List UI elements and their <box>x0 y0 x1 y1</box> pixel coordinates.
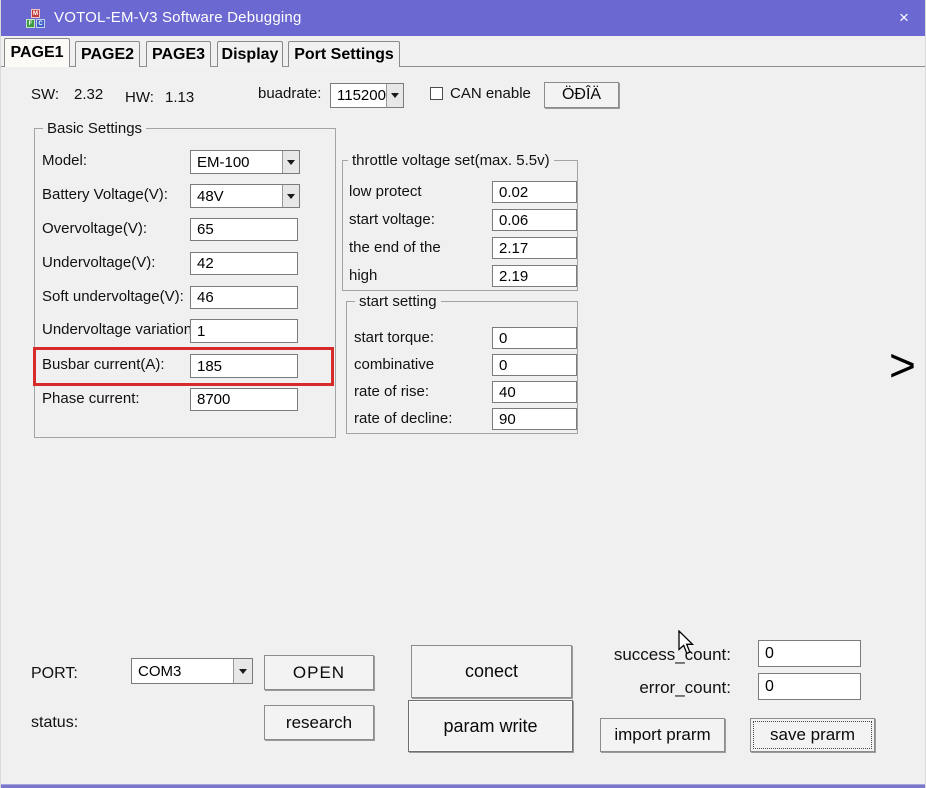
baudrate-value: 115200 <box>331 84 386 107</box>
save-param-button[interactable]: save prarm <box>750 718 875 752</box>
start-voltage-input[interactable]: 0.06 <box>492 209 577 231</box>
model-value: EM-100 <box>191 151 282 173</box>
baudrate-select[interactable]: 115200 <box>330 83 404 108</box>
app-icon: M F C <box>26 9 45 28</box>
import-param-button[interactable]: import prarm <box>600 718 725 752</box>
battery-voltage-select[interactable]: 48V <box>190 184 300 208</box>
start-torque-label: start torque: <box>354 329 434 346</box>
undervoltage-input[interactable]: 42 <box>190 252 298 275</box>
chevron-down-icon[interactable] <box>282 151 299 173</box>
soft-undervoltage-input[interactable]: 46 <box>190 286 298 309</box>
tab-display[interactable]: Display <box>217 41 283 67</box>
rate-of-decline-input[interactable]: 90 <box>492 408 577 430</box>
app-window: M F C VOTOL-EM-V3 Software Debugging × P… <box>0 0 926 788</box>
sw-value: 2.32 <box>74 86 103 103</box>
close-icon[interactable]: × <box>881 0 926 36</box>
open-button[interactable]: OPEN <box>264 655 374 690</box>
success-count-input[interactable]: 0 <box>758 640 861 667</box>
rate-of-decline-label: rate of decline: <box>354 410 452 427</box>
model-label: Model: <box>42 152 87 169</box>
app-icon-block-c: C <box>36 19 45 28</box>
mouse-cursor <box>678 630 696 661</box>
phase-current-input[interactable]: 8700 <box>190 388 298 411</box>
rate-of-rise-label: rate of rise: <box>354 383 429 400</box>
tab-page3[interactable]: PAGE3 <box>146 41 211 67</box>
connect-button[interactable]: conect <box>411 645 572 698</box>
tab-page2[interactable]: PAGE2 <box>75 41 140 67</box>
undervoltage-variation-input[interactable]: 1 <box>190 319 298 343</box>
port-label: PORT: <box>31 665 78 683</box>
soft-undervoltage-label: Soft undervoltage(V): <box>42 288 184 305</box>
combinative-input[interactable]: 0 <box>492 354 577 376</box>
error-count-label: error_count: <box>561 678 731 698</box>
can-enable-checkbox[interactable] <box>430 87 443 100</box>
battery-voltage-label: Battery Voltage(V): <box>42 186 168 203</box>
undervoltage-variation-label: Undervoltage variation: <box>42 321 196 338</box>
next-page-arrow[interactable]: > <box>889 338 916 392</box>
high-label: high <box>349 267 377 284</box>
start-setting-group: start setting start torque: 0 combinativ… <box>346 301 578 434</box>
combinative-label: combinative <box>354 356 434 373</box>
chevron-down-icon[interactable] <box>386 84 403 107</box>
status-label: status: <box>31 714 78 732</box>
start-voltage-label: start voltage: <box>349 211 435 228</box>
low-protect-label: low protect <box>349 183 422 200</box>
baudrate-label: buadrate: <box>258 85 321 102</box>
window-title: VOTOL-EM-V3 Software Debugging <box>54 9 302 26</box>
port-select[interactable]: COM3 <box>131 658 253 684</box>
overvoltage-label: Overvoltage(V): <box>42 220 147 237</box>
app-icon-block-m: M <box>31 9 40 18</box>
tab-page1[interactable]: PAGE1 <box>4 38 70 67</box>
overvoltage-input[interactable]: 65 <box>190 218 298 241</box>
rate-of-rise-input[interactable]: 40 <box>492 381 577 403</box>
low-protect-input[interactable]: 0.02 <box>492 181 577 203</box>
hw-label: HW: <box>125 89 154 106</box>
basic-settings-legend: Basic Settings <box>43 120 146 137</box>
phase-current-label: Phase current: <box>42 390 140 407</box>
research-button[interactable]: research <box>264 705 374 740</box>
sw-label: SW: <box>31 86 59 103</box>
window-bottom-border <box>1 784 926 788</box>
busbar-current-highlight <box>33 347 334 386</box>
can-enable-label: CAN enable <box>450 85 531 102</box>
end-of-the-label: the end of the <box>349 239 441 256</box>
app-icon-block-f: F <box>26 19 35 28</box>
throttle-voltage-legend: throttle voltage set(max. 5.5v) <box>348 152 554 169</box>
tab-port-settings[interactable]: Port Settings <box>288 41 400 67</box>
titlebar: M F C VOTOL-EM-V3 Software Debugging × <box>1 0 926 36</box>
param-write-button[interactable]: param write <box>408 700 573 752</box>
port-value: COM3 <box>132 659 233 683</box>
success-count-label: success_count: <box>561 645 731 665</box>
chevron-down-icon[interactable] <box>282 185 299 207</box>
start-torque-input[interactable]: 0 <box>492 327 577 349</box>
language-button[interactable]: ÖÐÎÄ <box>544 82 619 108</box>
start-setting-legend: start setting <box>355 293 441 310</box>
end-of-the-input[interactable]: 2.17 <box>492 237 577 259</box>
battery-voltage-value: 48V <box>191 185 282 207</box>
throttle-voltage-group: throttle voltage set(max. 5.5v) low prot… <box>342 160 578 291</box>
basic-settings-group: Basic Settings Model: EM-100 Battery Vol… <box>34 128 336 438</box>
undervoltage-label: Undervoltage(V): <box>42 254 155 271</box>
model-select[interactable]: EM-100 <box>190 150 300 174</box>
error-count-input[interactable]: 0 <box>758 673 861 700</box>
high-input[interactable]: 2.19 <box>492 265 577 287</box>
chevron-down-icon[interactable] <box>233 659 252 683</box>
hw-value: 1.13 <box>165 89 194 106</box>
